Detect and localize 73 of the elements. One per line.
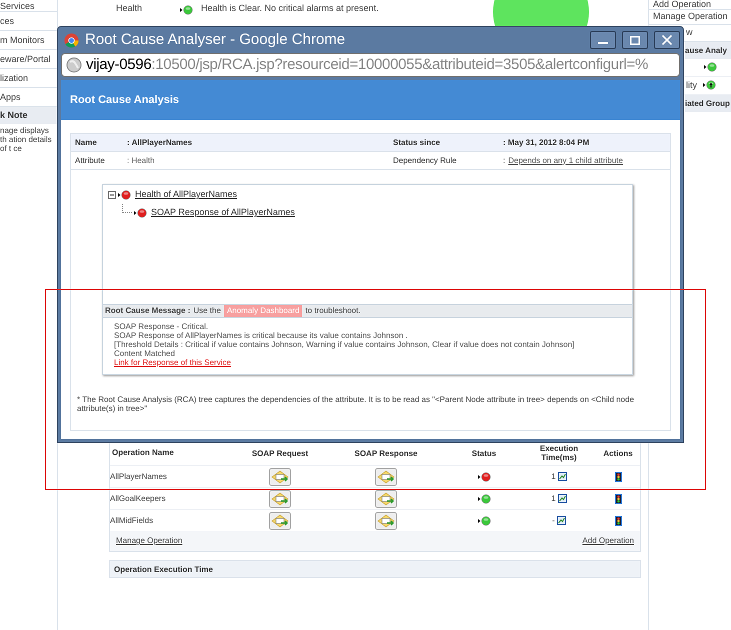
- tree-node-link[interactable]: Health of AllPlayerNames: [135, 188, 238, 202]
- message-line: Content Matched: [114, 349, 176, 358]
- detail-value: : AllPlayerNames: [127, 136, 194, 148]
- health-message: Health is Clear. No critical alarms at present.: [201, 2, 379, 15]
- address-bar[interactable]: vijay-0596:10500/jsp/RCA.jsp?resourceid=10000055&attributeid=3505&alertconfigurl=%: [61, 53, 680, 77]
- maximize-icon: [630, 36, 640, 44]
- side-link[interactable]: w: [686, 26, 692, 40]
- detail-colon: :: [503, 154, 506, 166]
- sidebar-header: k Note: [0, 107, 57, 124]
- maximize-button[interactable]: [622, 31, 648, 49]
- browser-logo-icon: [64, 32, 79, 48]
- url-text: vijay-0596:10500/jsp/RCA.jsp?resourceid=10000055&attributeid=3505&alertconfigurl=%: [86, 54, 648, 75]
- minimize-icon: [598, 42, 608, 44]
- detail-value: : Health: [127, 154, 156, 166]
- row-label: lity: [686, 78, 697, 92]
- detail-value: : May 31, 2012 8:04 PM: [503, 136, 590, 148]
- minimize-button[interactable]: [590, 31, 616, 49]
- traffic-light-icon[interactable]: [614, 516, 622, 526]
- operation-link[interactable]: Add Operation: [582, 535, 634, 547]
- detail-label: Name: [75, 136, 98, 148]
- detail-label: Status since: [393, 136, 442, 148]
- page-header: Root Cause Analysis: [61, 80, 680, 120]
- message-text: to troubleshoot.: [305, 305, 361, 317]
- operation-name: AllPlayerNames: [110, 470, 168, 482]
- graph-icon[interactable]: [556, 516, 566, 525]
- soap-request-icon[interactable]: [269, 512, 291, 530]
- dependency-rule-link[interactable]: Depends on any 1 child attribute: [508, 154, 623, 166]
- panel-header: ause Analy: [685, 42, 731, 59]
- column-header: Status: [470, 448, 498, 458]
- soap-request-icon[interactable]: [269, 468, 291, 486]
- globe-icon: [66, 57, 82, 73]
- footnote: * The Root Cause Analysis (RCA) tree captures the dependencies of the attribute. It is to be read as "<Parent Node attribute in tree> depends on <Child node attribute(s) in tree>": [76, 395, 636, 413]
- message-line: SOAP Response of AllPlayerNames is critical because its value contains Johnson .: [114, 331, 409, 340]
- graph-icon[interactable]: [558, 494, 567, 503]
- message-line: [Threshold Details : Critical if value contains Johnson, Warning if value contains Johnson, Clear if value does not contain Johnson]: [114, 340, 576, 349]
- column-header: Execution Time(ms): [538, 444, 580, 462]
- execution-time: 1: [551, 492, 556, 504]
- column-header: SOAP Request: [250, 448, 310, 458]
- message-label: Root Cause Message :: [105, 305, 190, 317]
- collapse-icon[interactable]: [108, 191, 116, 199]
- sidebar-link[interactable]: Services: [0, 0, 57, 12]
- close-icon: [662, 35, 672, 45]
- close-button[interactable]: [654, 31, 680, 49]
- operation-name: AllGoalKeepers: [110, 492, 167, 504]
- detail-label: Attribute: [75, 154, 106, 166]
- traffic-light-icon[interactable]: [614, 472, 622, 482]
- graph-icon[interactable]: [558, 472, 567, 481]
- execution-time: 1: [551, 470, 556, 482]
- column-header: SOAP Response: [354, 448, 418, 458]
- response-link[interactable]: Link for Response of this Service: [114, 358, 231, 367]
- panel-header: iated Group: [685, 95, 731, 112]
- side-link[interactable]: Add Operation: [653, 0, 712, 12]
- message-line: SOAP Response - Critical.: [114, 322, 210, 331]
- column-header: Actions: [602, 448, 634, 458]
- tree-node-link[interactable]: SOAP Response of AllPlayerNames: [151, 206, 295, 220]
- sidebar-note: nage displays th ation details of t ce: [0, 125, 53, 153]
- side-link[interactable]: Manage Operation: [653, 10, 728, 24]
- column-header: Operation Name: [111, 447, 175, 459]
- soap-request-icon[interactable]: [269, 490, 291, 508]
- tree-connector: [122, 204, 132, 213]
- detail-label: Dependency Rule: [393, 154, 458, 166]
- execution-time: -: [552, 514, 555, 526]
- operation-link[interactable]: Manage Operation: [116, 535, 182, 547]
- soap-response-icon[interactable]: [375, 468, 397, 486]
- health-label: Health: [116, 2, 144, 15]
- section-header: Operation Execution Time: [109, 560, 641, 578]
- window-title: Root Cause Analyser - Google Chrome: [85, 30, 346, 50]
- soap-response-icon[interactable]: [375, 512, 397, 530]
- traffic-light-icon[interactable]: [614, 494, 622, 504]
- operation-name: AllMidFields: [110, 514, 154, 526]
- message-text: Use the: [193, 305, 221, 317]
- soap-response-icon[interactable]: [375, 490, 397, 508]
- sidebar-link[interactable]: ces: [0, 12, 57, 31]
